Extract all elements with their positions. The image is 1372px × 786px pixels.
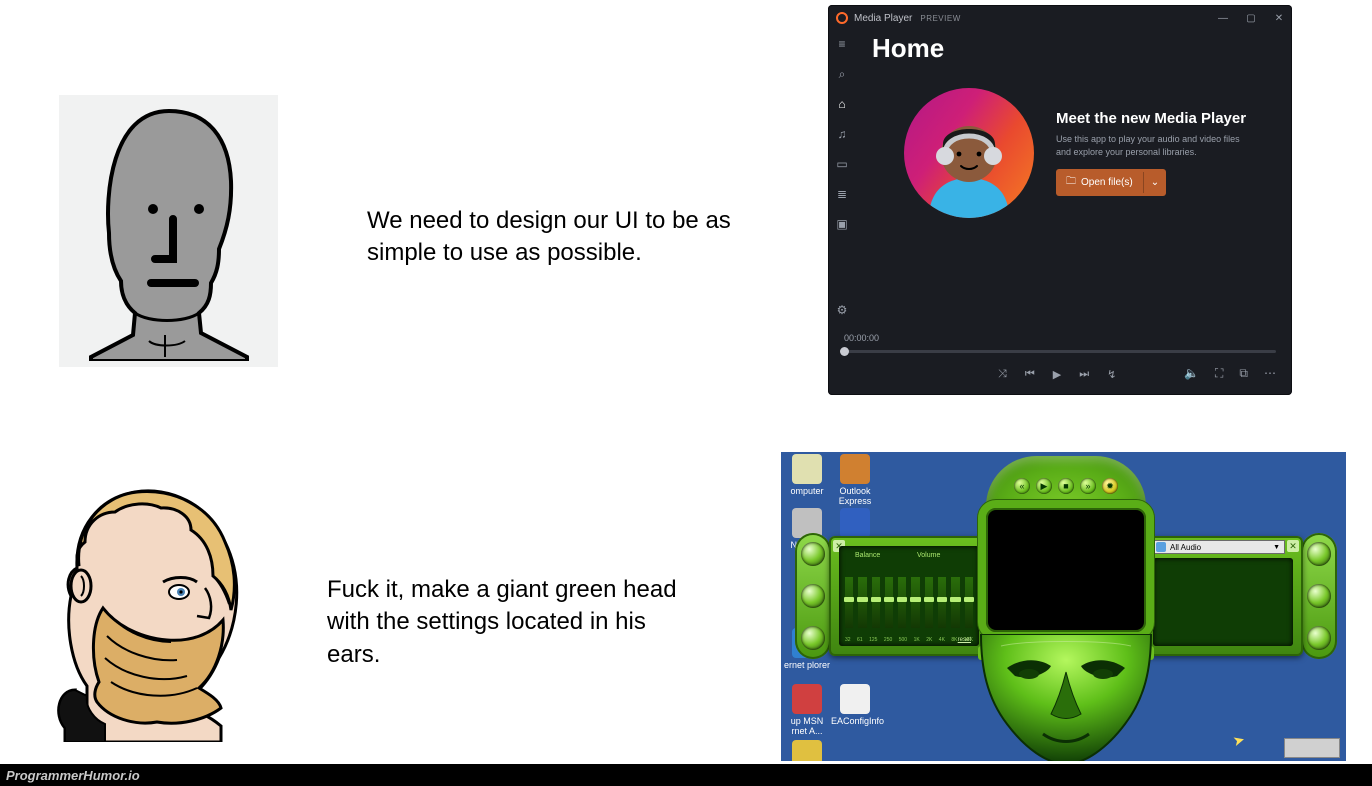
desktop-icon[interactable]: up MSN rnet A... bbox=[783, 684, 831, 736]
hero-text: Meet the new Media Player Use this app t… bbox=[1056, 110, 1246, 195]
minimize-button[interactable]: — bbox=[1218, 13, 1228, 24]
shuffle-icon[interactable]: ⤨ bbox=[998, 368, 1007, 381]
speaker-left bbox=[795, 533, 831, 659]
media-player-window: Media Player PREVIEW — ▢ ✕ ≡ ⌕ ⌂ ♫ ▭ ≣ ▣… bbox=[828, 5, 1292, 395]
preview-badge: PREVIEW bbox=[920, 14, 960, 23]
rewind-button[interactable]: « bbox=[1014, 478, 1030, 494]
folder-icon: 🗀 bbox=[1066, 174, 1076, 191]
music-icon[interactable]: ♫ bbox=[835, 127, 849, 141]
prev-icon[interactable]: ⏮ bbox=[1025, 368, 1035, 381]
repeat-icon[interactable]: ↯ bbox=[1107, 368, 1116, 381]
hero-avatar bbox=[904, 88, 1034, 218]
green-head-player: omputer Outlook Express Network Windows … bbox=[781, 452, 1346, 761]
player-controls: 00:00:00 ⤨ ⏮ ▶ ⏭ ↯ 🔈 ⛶ ⧉ ⋯ bbox=[828, 325, 1292, 395]
playlist-area[interactable] bbox=[1153, 558, 1293, 646]
shield-icon[interactable]: ▣ bbox=[835, 217, 849, 231]
seek-bar[interactable] bbox=[844, 350, 1276, 353]
app-icon bbox=[836, 12, 848, 24]
maximize-button[interactable]: ▢ bbox=[1246, 13, 1256, 24]
watermark: ProgrammerHumor.io bbox=[0, 764, 1372, 786]
play-button[interactable]: ▶ bbox=[1053, 368, 1061, 381]
miniplayer-icon[interactable]: ⧉ bbox=[1239, 366, 1248, 381]
audio-icon bbox=[1156, 542, 1166, 552]
chad-image bbox=[41, 476, 295, 742]
titlebar: Media Player PREVIEW — ▢ ✕ bbox=[828, 5, 1292, 31]
caption-bottom: Fuck it, make a giant green head with th… bbox=[327, 574, 697, 671]
mouse-cursor: ➤ bbox=[1231, 731, 1247, 750]
eq-reset[interactable]: reset bbox=[958, 637, 971, 643]
caption-top: We need to design our UI to be as simple… bbox=[367, 205, 767, 270]
open-file-dropdown[interactable]: ⌄ bbox=[1143, 172, 1166, 193]
forward-button[interactable]: » bbox=[1080, 478, 1096, 494]
desktop-icon[interactable]: EAConfigInfo bbox=[831, 684, 879, 726]
home-icon[interactable]: ⌂ bbox=[835, 97, 849, 111]
hero-title: Meet the new Media Player bbox=[1056, 110, 1246, 127]
eq-band-labels: 3261 125250 5001K 2K4K 8K16K bbox=[845, 637, 973, 643]
eq-sliders[interactable] bbox=[845, 564, 973, 628]
menu-icon[interactable]: ≡ bbox=[835, 37, 849, 51]
balance-label: Balance bbox=[855, 552, 880, 559]
volume-icon[interactable]: 🔈 bbox=[1184, 366, 1199, 381]
search-icon[interactable]: ⌕ bbox=[835, 67, 849, 81]
vis-button[interactable]: ✹ bbox=[1102, 478, 1118, 494]
fullscreen-icon[interactable]: ⛶ bbox=[1215, 366, 1223, 381]
volume-label: Volume bbox=[917, 552, 940, 559]
chad-svg bbox=[41, 476, 295, 742]
desktop-icon[interactable]: Outlook Express bbox=[831, 454, 879, 506]
hero: Meet the new Media Player Use this app t… bbox=[904, 88, 1276, 218]
desktop-icon[interactable]: omputer bbox=[783, 454, 831, 496]
chevron-down-icon: ▼ bbox=[1273, 544, 1280, 551]
close-button[interactable]: ✕ bbox=[1274, 13, 1284, 24]
app-title: Media Player bbox=[854, 13, 912, 24]
open-file-button[interactable]: 🗀Open file(s) ⌄ bbox=[1056, 169, 1166, 196]
video-screen[interactable] bbox=[978, 500, 1154, 640]
video-icon[interactable]: ▭ bbox=[835, 157, 849, 171]
page-title: Home bbox=[872, 33, 1276, 64]
settings-icon[interactable]: ⚙ bbox=[835, 303, 849, 317]
next-icon[interactable]: ⏭ bbox=[1079, 368, 1089, 381]
playlist-filter-dropdown[interactable]: All Audio ▼ bbox=[1151, 540, 1285, 554]
desktop-icon[interactable]: nline bbox=[783, 740, 831, 761]
npc-wojak-svg bbox=[69, 101, 269, 361]
more-icon[interactable]: ⋯ bbox=[1264, 366, 1276, 381]
taskbar-button[interactable] bbox=[1284, 738, 1340, 758]
npc-wojak-image bbox=[59, 95, 278, 367]
equalizer-panel: ✕ Balance Volume 3261 125250 5001K 2K4K … bbox=[829, 536, 989, 656]
stop-button[interactable]: ■ bbox=[1058, 478, 1074, 494]
playlist-close-icon[interactable]: ✕ bbox=[1287, 540, 1299, 552]
window-controls: — ▢ ✕ bbox=[1218, 13, 1284, 24]
speaker-right bbox=[1301, 533, 1337, 659]
sidebar: ≡ ⌕ ⌂ ♫ ▭ ≣ ▣ ⚙ bbox=[828, 31, 856, 325]
playlist-panel: All Audio ▼ ✕ bbox=[1143, 536, 1303, 656]
hero-subtitle: Use this app to play your audio and vide… bbox=[1056, 133, 1246, 158]
timecode: 00:00:00 bbox=[844, 333, 879, 343]
play-button[interactable]: ▶ bbox=[1036, 478, 1052, 494]
green-face bbox=[977, 634, 1155, 761]
queue-icon[interactable]: ≣ bbox=[835, 187, 849, 201]
